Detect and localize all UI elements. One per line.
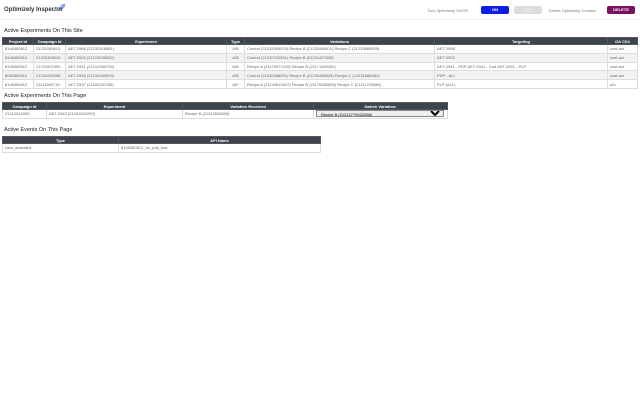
cell: Recipe A (21144810047) Recipe B (2117058… [244,79,435,89]
cell: 21231522309 [33,61,66,72]
column-header: Targeting [434,37,608,45]
optimizely-logo-icon: ✐ [58,3,67,14]
cell: 8146080612_trk_pdp_test [118,143,321,153]
table-row: 8146080612 21230399045 AET-2903 (212230360… [2,52,638,63]
cell: Control (21232060020) Recipe B (21232488… [244,44,435,54]
column-header: GA CD# [607,37,638,45]
table-row: 8082680612 21231000088 AET-2946 (212304830… [2,70,638,81]
cell: 8146080612 [2,44,34,54]
column-header: Switch Variation: [313,102,448,110]
column-header: Project Id [2,37,34,45]
column-header: Variations [244,37,435,45]
cell: 8082680612 [2,70,34,81]
column-header: Experiment [46,102,183,110]
column-header: Campaign Id [33,37,66,45]
cell: cust-act [607,52,638,63]
cell: A/B [226,44,245,54]
column-header: Campaign Id [2,102,47,110]
cell: PDP - ALL [434,70,608,81]
cell: ufo [607,79,638,89]
switch-variation-select[interactable]: Recipe B (21212779022086) [316,110,444,118]
column-header: Type [2,136,119,144]
cell: Control (21230732951) Recipe B (21231423… [244,52,435,63]
delete-cookies-label: Delete Optimizely Cookies [549,8,596,13]
cell: AET-2937 (21182100785) [65,79,227,89]
cell: view_activated [2,143,119,153]
cell: Control (21230468051) Recipe B (21230468… [244,70,435,81]
cell: AET-2903 (21223036052) [65,52,227,63]
app-title: Optimizely Inspector [4,7,64,13]
cell: Recipe B (21212779022086) [313,109,448,119]
cell: cust-act [607,44,638,54]
table-row: 8146080612 21111000719 AET-2937 (211821007… [2,79,638,89]
table-row: 8146080612 21231522309 AET-2941 (212122607… [2,61,638,72]
cell: Recipe A (21179972129) Recipe B (2117116… [244,61,435,72]
table-row: 21212610289 AET-2942 (21202620293) Recip… [2,109,448,119]
table-row: 8146080612 21231190613 AET-2966 (212325188… [2,44,638,54]
site-experiments-title: Active Experiments On This Site [4,28,83,34]
top-bar: Optimizely Inspector ✐ Turn Optimizely O… [0,0,640,20]
delete-button[interactable]: DELETE [607,6,635,14]
table-row: view_activated 8146080612_trk_pdp_test [2,143,321,153]
cell: cust-act [607,61,638,72]
cell: A/B [226,52,245,63]
toggle-label: Turn Optimizely On/Off [427,8,468,13]
cell: A/B [226,70,245,81]
page-experiments-title: Active Experiments On This Page [4,93,87,99]
cell: Recipe B (21212608300) [182,109,314,119]
cell: AET-2942 (21202620293) [46,109,183,119]
cell: A/F [226,79,245,89]
cell: 21212610289 [2,109,47,119]
cell: 8146080612 [2,61,34,72]
on-button[interactable]: ON [481,6,509,14]
cell: AET-2941 - PDP AET-2941 - Cart AET-2941 … [434,61,608,72]
cell: cust-act [607,70,638,81]
cell: 21231190613 [33,44,66,54]
off-button[interactable]: OFF [514,6,542,14]
page-experiments-table: Campaign Id Experiment Variation Received S… [2,102,448,119]
column-header: Variation Received [182,102,314,110]
cell: AET-2941 (21212260734) [65,61,227,72]
column-header: Experiment [65,37,227,45]
events-table: Type API Name view_activated 8146080612_trk… [2,136,321,153]
events-title: Active Events On This Page [4,127,73,133]
cell: 21231000088 [33,70,66,81]
cell: A/B [226,61,245,72]
cell: 21111000719 [33,79,66,89]
column-header: Type [226,37,245,45]
cell: AET-2958 [434,44,608,54]
cell: AET-2903 [434,52,608,63]
cell: AET-2966 (21232518881) [65,44,227,54]
cell: 8146080612 [2,52,34,63]
column-header: API Name [118,136,321,144]
cell: 21230399045 [33,52,66,63]
cell: PLP (ALL) [434,79,608,89]
cell: 8146080612 [2,79,34,89]
site-experiments-table: Project Id Campaign Id Experiment Type Varia… [2,37,638,89]
cell: AET-2946 (21230483009) [65,70,227,81]
